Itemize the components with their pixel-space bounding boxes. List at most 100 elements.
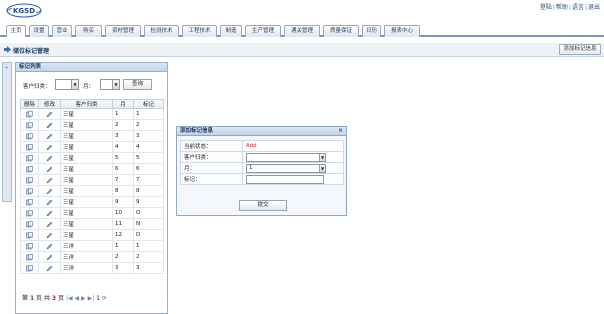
delete-icon[interactable] [20, 218, 39, 230]
customer-select[interactable]: ▼ [246, 152, 326, 162]
query-button[interactable]: 查询 [123, 79, 152, 90]
flag-cell: 5 [133, 152, 164, 164]
edit-icon[interactable] [38, 108, 61, 120]
submit-button[interactable]: 提交 [239, 200, 287, 211]
edit-icon[interactable] [38, 229, 61, 241]
flag-cell: 3 [133, 262, 164, 274]
delete-icon[interactable] [20, 262, 39, 274]
tab-engineering[interactable]: 工程技术 [182, 25, 217, 37]
delete-icon[interactable] [20, 229, 39, 241]
status-value: Add [246, 143, 257, 149]
month-cell: 3 [112, 130, 134, 142]
flag-cell: 8 [133, 185, 164, 197]
customer-filter-select[interactable]: ▼ [55, 79, 79, 90]
flag-cell: 7 [133, 174, 164, 186]
tab-reports[interactable]: 报表中心 [384, 25, 420, 37]
month-cell: 4 [112, 141, 134, 153]
table-row: 三洋 1 1 [20, 240, 164, 252]
month-select[interactable]: 1 ▼ [246, 163, 326, 173]
close-icon[interactable]: × [337, 127, 344, 134]
table-row: 三星 8 8 [20, 185, 164, 197]
flag-label: 标记： [180, 173, 243, 185]
tab-production[interactable]: 生产管理 [245, 25, 281, 37]
page-number-input[interactable]: 1 [96, 295, 100, 302]
tab-settings[interactable]: 设置 [29, 25, 49, 37]
edit-icon[interactable] [38, 185, 61, 197]
delete-icon[interactable] [20, 119, 39, 131]
flag-list-panel: 标记列表 客户归类： ▼ 月： ▼ 查询 删除 修改 客户归类 月 标记 三星 1… [15, 62, 168, 314]
month-cell: 7 [112, 174, 134, 186]
edit-icon[interactable] [38, 251, 61, 263]
prev-page-icon[interactable]: ◀ [75, 295, 80, 302]
tab-calendar[interactable]: 日历 [362, 25, 381, 37]
month-cell: 5 [112, 152, 134, 164]
customer-cell: 三星 [60, 130, 113, 142]
chevron-down-icon: ▼ [112, 80, 119, 89]
help-link[interactable]: 帮助 [556, 4, 568, 11]
refresh-icon[interactable]: ⟳ [102, 295, 107, 302]
tab-manufacturing[interactable]: 制造 [220, 25, 242, 37]
language-link[interactable]: 语言 [572, 4, 584, 11]
filter-bar: 客户归类： ▼ 月： ▼ 查询 [16, 72, 167, 97]
customer-cell: 三星 [60, 185, 113, 197]
month-cell: 2 [112, 119, 134, 131]
panel-title: 标记列表 [16, 63, 167, 72]
delete-icon[interactable] [20, 240, 39, 252]
tab-sales[interactable]: 营业 [52, 25, 72, 37]
customer-label: 客户归类： [180, 151, 243, 163]
tab-customs[interactable]: 通关管理 [284, 25, 320, 37]
last-page-icon[interactable]: ▶| [88, 295, 95, 302]
flag-cell: 6 [133, 163, 164, 175]
status-label: 当前状态： [180, 140, 243, 152]
delete-icon[interactable] [20, 251, 39, 263]
next-page-icon[interactable]: ▶ [81, 295, 86, 302]
customer-cell: 三星 [60, 163, 113, 175]
month-filter-select[interactable]: ▼ [100, 79, 120, 90]
sidebar-toggle[interactable]: » [2, 62, 12, 202]
edit-icon[interactable] [38, 262, 61, 274]
logout-link[interactable]: 退出 [588, 4, 600, 11]
col-month: 月 [112, 99, 134, 109]
customer-cell: 三星 [60, 141, 113, 153]
edit-icon[interactable] [38, 174, 61, 186]
delete-icon[interactable] [20, 108, 39, 120]
edit-icon[interactable] [38, 152, 61, 164]
edit-icon[interactable] [38, 218, 61, 230]
tab-home[interactable]: 主页 [6, 25, 26, 37]
edit-icon[interactable] [38, 240, 61, 252]
first-page-icon[interactable]: |◀ [66, 295, 73, 302]
customer-cell: 三星 [60, 152, 113, 164]
tab-inspection[interactable]: 检测技术 [144, 25, 179, 37]
delete-icon[interactable] [20, 196, 39, 208]
edit-icon[interactable] [38, 130, 61, 142]
delete-icon[interactable] [20, 130, 39, 142]
flag-cell: 3 [133, 130, 164, 142]
edit-icon[interactable] [38, 163, 61, 175]
delete-icon[interactable] [20, 185, 39, 197]
table-row: 三洋 2 2 [20, 251, 164, 263]
delete-icon[interactable] [20, 152, 39, 164]
table-row: 三星 3 3 [20, 130, 164, 142]
delete-icon[interactable] [20, 141, 39, 153]
breadcrumb: 储位标记管理 添加标记信息 [0, 43, 604, 57]
add-flag-button[interactable]: 添加标记信息 [559, 44, 601, 55]
delete-icon[interactable] [20, 174, 39, 186]
tab-material[interactable]: 资材管理 [105, 25, 141, 37]
edit-icon[interactable] [38, 119, 61, 131]
tab-quality[interactable]: 质量保证 [323, 25, 359, 37]
flag-input[interactable] [246, 174, 324, 184]
tab-purchase[interactable]: 购买 [75, 25, 102, 37]
delete-icon[interactable] [20, 163, 39, 175]
edit-icon[interactable] [38, 196, 61, 208]
table-row: 三星 6 6 [20, 163, 164, 175]
table-row: 三星 1 1 [20, 108, 164, 120]
edit-icon[interactable] [38, 207, 61, 219]
table-row: 三洋 3 3 [20, 262, 164, 274]
col-flag: 标记 [133, 99, 164, 109]
month-cell: 2 [112, 251, 134, 263]
month-cell: 6 [112, 163, 134, 175]
delete-icon[interactable] [20, 207, 39, 219]
login-link[interactable]: 登陆 [540, 4, 552, 11]
edit-icon[interactable] [38, 141, 61, 153]
table-row: 三星 11 N [20, 218, 164, 230]
